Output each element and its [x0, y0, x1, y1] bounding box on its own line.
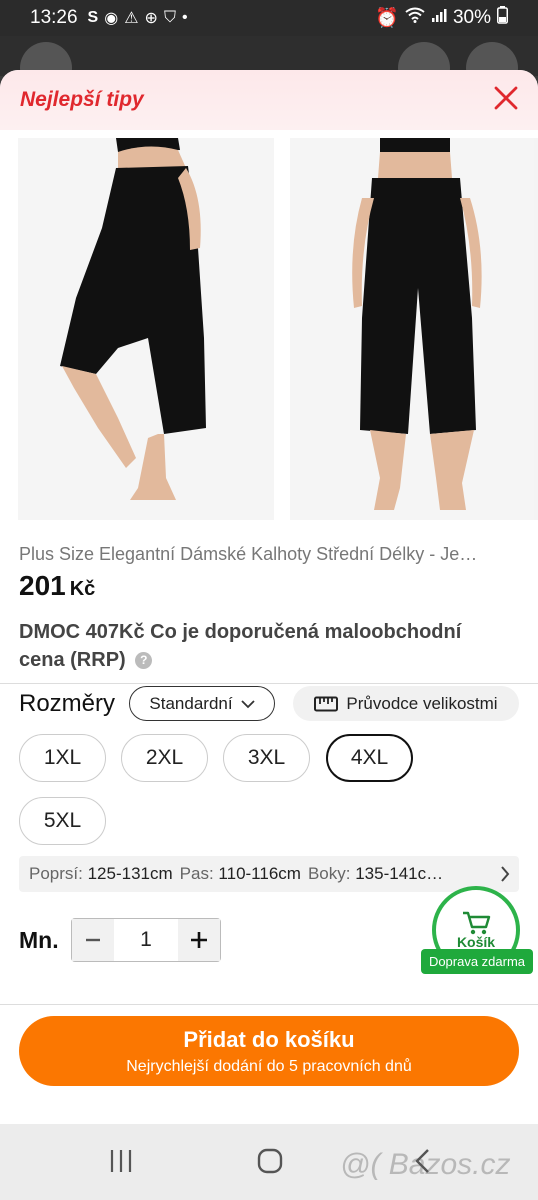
- product-image-side[interactable]: [18, 138, 274, 520]
- signal-icon: [431, 7, 447, 29]
- chevron-down-icon: [240, 699, 255, 708]
- quantity-label: Mn.: [19, 927, 59, 953]
- price-currency: Kč: [69, 578, 96, 600]
- plus-icon: [191, 932, 207, 948]
- waist-label: Pas:: [179, 864, 214, 883]
- size-guide-button[interactable]: Průvodce velikostmi: [293, 686, 519, 721]
- messenger-icon: ◉: [104, 10, 119, 27]
- wifi-icon: [405, 7, 425, 29]
- product-image-front[interactable]: [290, 138, 538, 520]
- size-option-3xl[interactable]: 3XL: [223, 734, 310, 782]
- recommendation-sheet: Nejlepší tipy Plus Size Elegantní Dámské…: [0, 70, 538, 1124]
- waist-value: 110-116cm: [218, 864, 301, 883]
- shield-icon: ⛉: [163, 9, 176, 26]
- add-to-cart-label: Přidat do košíku: [183, 1027, 355, 1052]
- size-label: Rozměry: [19, 690, 116, 717]
- hips-value: 135-141c…: [355, 864, 444, 883]
- price-value: 201: [19, 570, 66, 601]
- free-shipping-badge: Doprava zdarma: [421, 949, 533, 974]
- status-bar: 13:26 S ◉ ⚠ ⊕ ⛉ • ⏰ 30%: [0, 0, 538, 36]
- size-option-5xl[interactable]: 5XL: [19, 797, 106, 845]
- battery-icon: [497, 6, 508, 30]
- dot-icon: •: [181, 9, 188, 26]
- quantity-value[interactable]: 1: [114, 919, 178, 961]
- help-icon[interactable]: ?: [135, 652, 153, 670]
- alarm-icon: ⏰: [375, 8, 399, 29]
- status-icons: S ◉ ⚠ ⊕ ⛉ •: [88, 8, 188, 28]
- cart-label: Košík: [456, 934, 496, 950]
- cart-icon: [463, 911, 491, 935]
- minus-icon: [86, 938, 100, 942]
- rrp-note: DMOC 407Kč Co je doporučená maloobchodní…: [19, 618, 499, 674]
- watermark: @( Bazos.cz: [340, 1148, 511, 1181]
- close-icon[interactable]: [492, 84, 520, 112]
- delivery-note: Nejrychlejší dodání do 5 pracovních dnů: [126, 1058, 412, 1075]
- add-to-cart-button[interactable]: Přidat do košíku Nejrychlejší dodání do …: [19, 1016, 519, 1086]
- size-option-4xl[interactable]: 4XL: [326, 734, 413, 782]
- rrp-text: DMOC 407Kč Co je doporučená maloobchodní…: [19, 621, 462, 671]
- increment-button[interactable]: [178, 919, 220, 961]
- ruler-icon: [314, 696, 339, 711]
- size-standard-label: Standardní: [149, 693, 233, 713]
- divider: [0, 1004, 538, 1005]
- size-option-2xl[interactable]: 2XL: [121, 734, 208, 782]
- divider: [0, 683, 538, 684]
- quantity-stepper: 1: [71, 918, 221, 962]
- sheet-header: Nejlepší tipy: [0, 70, 538, 130]
- warning-icon: ⚠: [124, 10, 139, 27]
- bust-value: 125-131cm: [87, 864, 173, 883]
- s-icon: S: [87, 9, 99, 26]
- home-icon[interactable]: [257, 1148, 283, 1174]
- size-measurements-bar[interactable]: Poprsí: 125-131cm Pas: 110-116cm Boky: 1…: [19, 856, 519, 892]
- size-standard-dropdown[interactable]: Standardní: [129, 686, 275, 721]
- product-title[interactable]: Plus Size Elegantní Dámské Kalhoty Střed…: [19, 544, 524, 565]
- recents-icon[interactable]: [108, 1148, 134, 1174]
- product-price: 201 Kč: [19, 570, 95, 602]
- size-guide-label: Průvodce velikostmi: [346, 693, 498, 713]
- decrement-button[interactable]: [72, 919, 114, 961]
- bust-label: Poprsí:: [29, 864, 83, 883]
- product-image-gallery[interactable]: [18, 138, 538, 520]
- chevron-right-icon: [501, 866, 510, 882]
- hips-label: Boky:: [307, 864, 351, 883]
- web-icon: ⊕: [144, 10, 158, 27]
- battery-percent: 30%: [452, 7, 491, 28]
- size-option-1xl[interactable]: 1XL: [19, 734, 106, 782]
- status-time: 13:26: [30, 7, 78, 28]
- sheet-title: Nejlepší tipy: [20, 88, 144, 111]
